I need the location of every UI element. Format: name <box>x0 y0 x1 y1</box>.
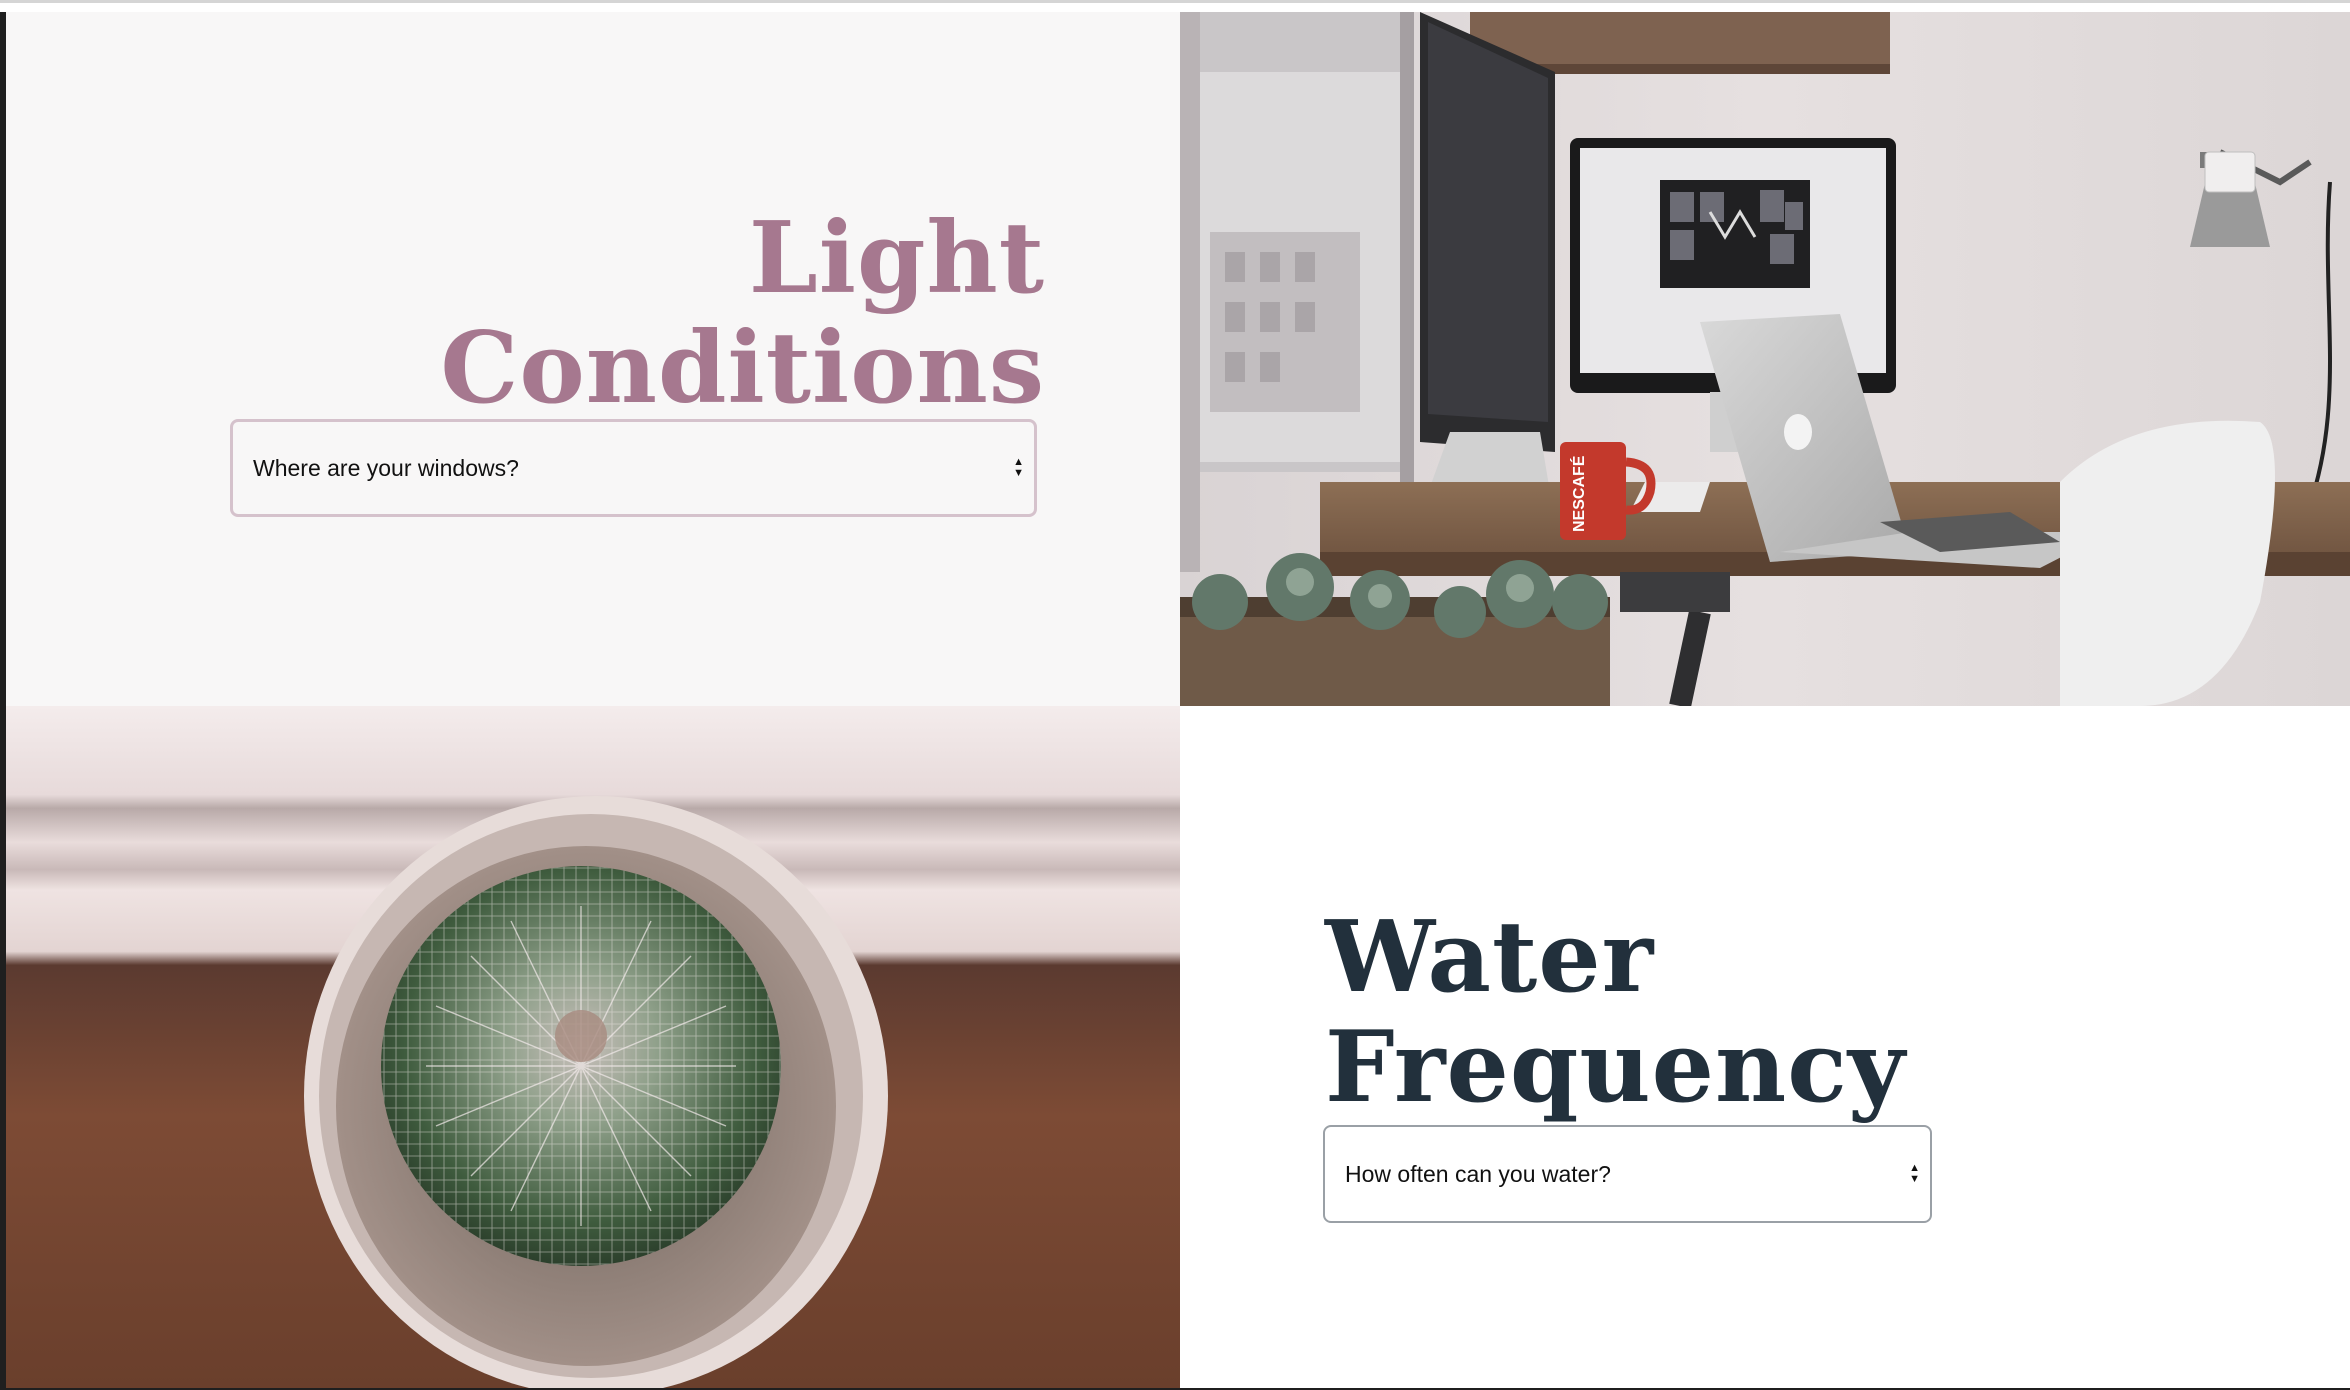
desk-photo: NESCAFÉ <box>1180 12 2350 706</box>
water-frequency-heading: Water Frequency <box>1325 903 1906 1123</box>
browser-top-strip <box>0 0 2350 12</box>
desk-illustration: NESCAFÉ <box>1180 12 2350 706</box>
select-value: How often can you water? <box>1345 1160 1611 1187</box>
windows-select[interactable]: Where are your windows? ▲ ▼ <box>230 419 1037 517</box>
heading-line: Conditions <box>440 311 1045 426</box>
page: Light Conditions Where are your windows?… <box>6 12 2350 1388</box>
up-down-caret-icon: ▲ ▼ <box>1013 456 1024 479</box>
select-value: Where are your windows? <box>253 454 519 481</box>
up-down-caret-icon: ▲ ▼ <box>1909 1162 1920 1185</box>
mug-label: NESCAFÉ <box>1569 455 1588 532</box>
light-conditions-section: Light Conditions Where are your windows?… <box>6 12 1180 706</box>
cactus-illustration <box>6 706 1180 1388</box>
heading-line: Light <box>748 201 1045 316</box>
light-conditions-heading: Light Conditions <box>440 204 1045 424</box>
water-frequency-section: Water Frequency How often can you water?… <box>1180 706 2350 1388</box>
heading-line: Water <box>1325 900 1655 1015</box>
cactus-photo <box>6 706 1180 1388</box>
heading-line: Frequency <box>1325 1010 1906 1125</box>
water-frequency-select[interactable]: How often can you water? ▲ ▼ <box>1323 1125 1932 1223</box>
